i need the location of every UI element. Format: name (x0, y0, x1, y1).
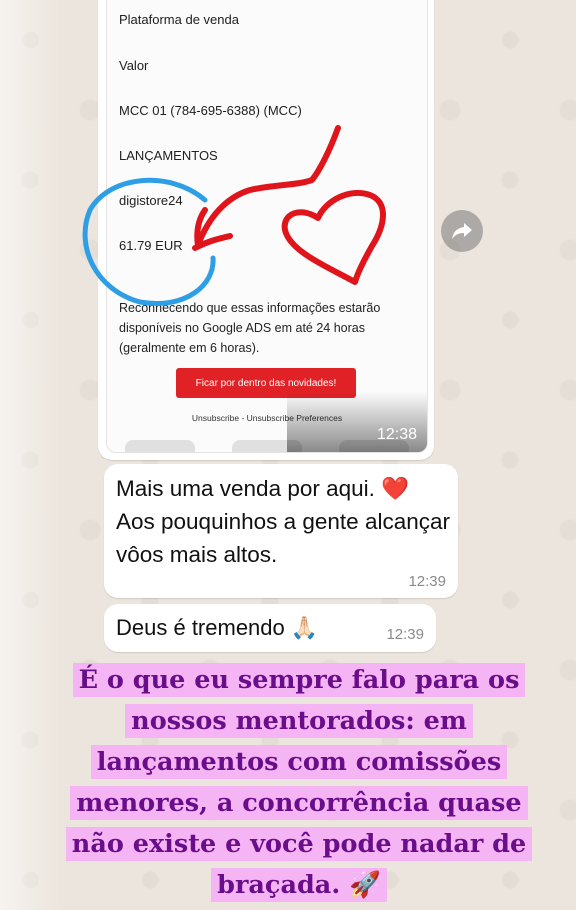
story-caption: É o que eu sempre falo para os nossos me… (56, 660, 542, 906)
image-timestamp: 12:38 (376, 426, 417, 443)
forward-button[interactable] (441, 210, 483, 252)
email-row-campaign: LANÇAMENTOS (119, 148, 218, 163)
message-timestamp: 12:39 (408, 573, 446, 590)
message-text: Mais uma venda por aqui. ❤️ Aos pouquinho… (116, 476, 450, 567)
message-bubble[interactable]: Deus é tremendo 🙏🏻 12:39 (104, 604, 436, 652)
message-bubble[interactable]: Mais uma venda por aqui. ❤️ Aos pouquinho… (104, 464, 458, 598)
email-screenshot-image[interactable]: Plataforma de venda Valor MCC 01 (784-69… (106, 0, 428, 453)
caption-text: É o que eu sempre falo para os nossos me… (65, 663, 533, 902)
email-row-account: MCC 01 (784-695-6388) (MCC) (119, 103, 302, 118)
wallpaper-shade (0, 0, 60, 910)
heart-emoji: ❤️ (381, 476, 410, 501)
email-row-value-label: Valor (119, 58, 149, 73)
email-row-platform-label: Plataforma de venda (119, 12, 239, 27)
praying-hands-emoji: 🙏🏻 (290, 615, 319, 640)
email-row-platform: digistore24 (119, 193, 183, 208)
forward-arrow-icon (452, 223, 472, 239)
email-note: Reconhecendo que essas informações estar… (119, 301, 381, 355)
email-row-amount: 61.79 EUR (119, 238, 183, 253)
message-timestamp: 12:39 (386, 626, 424, 643)
message-text: Deus é tremendo 🙏🏻 (116, 615, 319, 640)
